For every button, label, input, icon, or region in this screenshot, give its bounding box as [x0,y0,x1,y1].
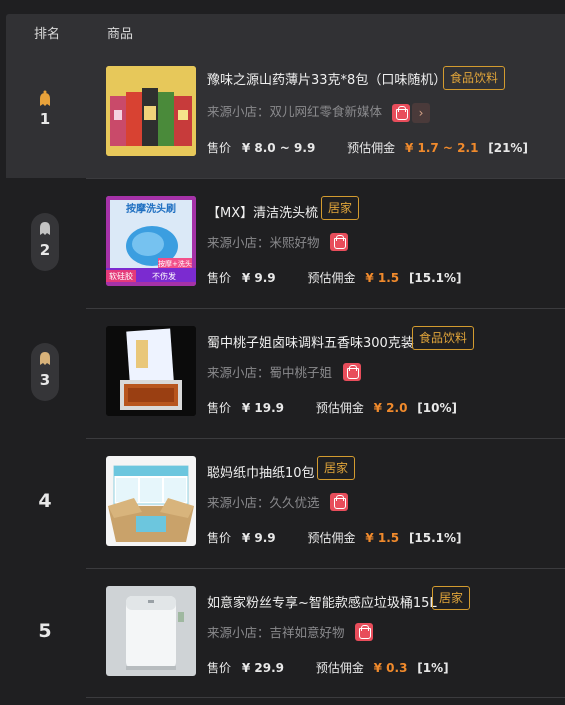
rank-number: 2 [39,241,51,259]
table-row[interactable]: 1 豫味之源山药薄片33克*8包（口味随机） 食品饮料 来源小店：双儿网红零食新… [6,48,565,178]
price-value: ¥ 29.9 [241,661,284,675]
commission-rate: [21%] [488,141,528,155]
product-title[interactable]: 聪妈纸巾抽纸10包 [207,462,315,481]
shop-source: 来源小店：米熙好物 [207,235,320,250]
image-caption: 按摩洗头刷 [126,202,176,215]
price-value: ¥ 9.9 [241,271,276,285]
chevron-right-icon[interactable]: › [412,103,430,123]
price-line: 售价 ¥ 29.9 预估佣金 ¥ 0.3 [1%] [207,659,449,676]
commission-label: 预估佣金 [347,141,396,155]
product-title[interactable]: 豫味之源山药薄片33克*8包（口味随机） [207,69,446,88]
svg-text:按摩+洗头: 按摩+洗头 [158,259,192,268]
row-divider [86,568,565,569]
table-row[interactable]: 5 如意家粉丝专享~智能款感应垃圾桶15L 居家 来源小店：吉祥如意好物 售价 … [6,568,565,698]
commission-rate: [15.1%] [408,271,462,285]
category-tag: 居家 [432,586,471,610]
price-label: 售价 [207,141,232,155]
product-title[interactable]: 蜀中桃子姐卤味调料五香味300克装 [207,332,414,351]
product-image[interactable]: 按摩洗头刷 软硅胶 不伤发 按摩+洗头 [106,196,196,286]
product-title[interactable]: 如意家粉丝专享~智能款感应垃圾桶15L [207,592,437,611]
rank-number: 3 [39,371,51,389]
row-divider [86,438,565,439]
commission-rate: [10%] [417,401,457,415]
price-line: 售价 ¥ 9.9 预估佣金 ¥ 1.5 [15.1%] [207,269,462,286]
row-divider [86,178,565,179]
category-tag: 居家 [317,456,356,480]
item-column-header: 商品 [107,27,134,42]
commission-label: 预估佣金 [307,271,356,285]
product-image[interactable] [106,586,196,676]
price-value: ¥ 19.9 [241,401,284,415]
shop-source: 来源小店：双儿网红零食新媒体 [207,104,383,119]
commission-label: 预估佣金 [315,661,364,675]
row-divider [86,697,565,698]
commission-rate: [15.1%] [408,531,462,545]
table-row[interactable]: 4 聪妈纸巾抽纸10包 居家 来源小店：久久优选 售价 ¥ 9.9 预估佣金 ¥… [6,438,565,568]
rank-column-header: 排名 [34,27,61,42]
price-line: 售价 ¥ 9.9 预估佣金 ¥ 1.5 [15.1%] [207,529,462,546]
commission-rate: [1%] [417,661,449,675]
price-line: 售价 ¥ 8.0 ~ 9.9 预估佣金 ¥ 1.7 ~ 2.1 [21%] [207,139,528,156]
commission-value: ¥ 2.0 [373,401,408,415]
price-value: ¥ 8.0 ~ 9.9 [241,141,316,155]
commission-label: 预估佣金 [315,401,364,415]
shop-source: 来源小店：蜀中桃子姐 [207,365,333,380]
category-tag: 居家 [321,196,360,220]
shop-badge-icon[interactable] [392,104,410,122]
shop-badge-icon[interactable] [343,363,361,381]
price-label: 售价 [207,271,232,285]
svg-text:不伤发: 不伤发 [152,271,176,281]
price-value: ¥ 9.9 [241,531,276,545]
commission-label: 预估佣金 [307,531,356,545]
table-row[interactable]: 3 蜀中桃子姐卤味调料五香味300克装 食品饮料 来源小店：蜀中桃子姐 售价 ¥… [6,308,565,438]
price-label: 售价 [207,661,232,675]
commission-value: ¥ 1.5 [365,531,400,545]
product-image[interactable] [106,326,196,416]
commission-value: ¥ 1.7 ~ 2.1 [404,141,479,155]
rank-number: 4 [38,490,52,512]
price-line: 售价 ¥ 19.9 预估佣金 ¥ 2.0 [10%] [207,399,457,416]
commission-value: ¥ 1.5 [365,271,400,285]
commission-value: ¥ 0.3 [373,661,408,675]
shop-source: 来源小店：吉祥如意好物 [207,625,345,640]
gold-medal-icon [40,90,50,106]
svg-text:软硅胶: 软硅胶 [109,271,133,281]
rank-number: 1 [39,110,51,128]
rank-number: 5 [38,620,52,642]
price-label: 售价 [207,401,232,415]
bronze-medal-icon [40,352,50,365]
shop-badge-icon[interactable] [355,623,373,641]
shop-source: 来源小店：久久优选 [207,495,320,510]
silver-medal-icon [40,222,50,235]
table-row[interactable]: 2 按摩洗头刷 软硅胶 不伤发 按摩+洗头 【MX】清洁洗头梳 居家 来源小店：… [6,178,565,308]
category-tag: 食品饮料 [412,326,475,350]
table-header: 排名 商品 [6,14,565,48]
shop-badge-icon[interactable] [330,493,348,511]
row-divider [86,308,565,309]
product-image[interactable] [106,456,196,546]
category-tag: 食品饮料 [443,66,506,90]
product-title[interactable]: 【MX】清洁洗头梳 [207,202,318,221]
product-image[interactable] [106,66,196,156]
price-label: 售价 [207,531,232,545]
shop-badge-icon[interactable] [330,233,348,251]
